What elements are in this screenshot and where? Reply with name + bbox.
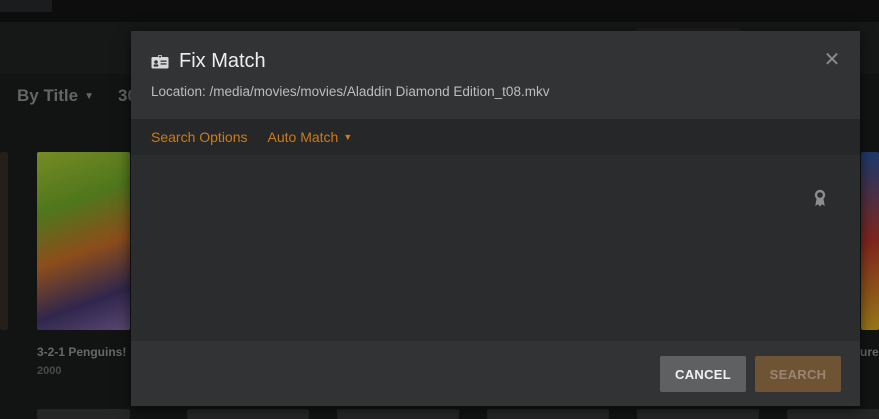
dialog-header: Fix Match Location: /media/movies/movies… — [131, 31, 860, 119]
dialog-title: Fix Match — [151, 50, 266, 73]
match-results-area — [131, 155, 860, 341]
dialog-footer: CANCEL SEARCH — [131, 341, 860, 406]
search-button[interactable]: SEARCH — [755, 356, 841, 392]
dialog-tabbar: Search Options Auto Match ▼ — [131, 119, 860, 155]
auto-match-label: Auto Match — [267, 129, 339, 145]
search-options-label: Search Options — [151, 129, 248, 145]
cancel-button[interactable]: CANCEL — [660, 356, 746, 392]
award-ribbon-icon — [814, 189, 826, 207]
caret-down-icon: ▼ — [343, 132, 353, 142]
file-location: Location: /media/movies/movies/Aladdin D… — [151, 84, 550, 99]
search-options-link[interactable]: Search Options — [151, 129, 248, 145]
auto-match-dropdown[interactable]: Auto Match ▼ — [268, 129, 353, 145]
close-icon[interactable]: ✕ — [823, 50, 841, 70]
id-card-icon — [151, 54, 169, 68]
dialog-title-text: Fix Match — [179, 50, 266, 72]
fix-match-dialog: Fix Match Location: /media/movies/movies… — [131, 31, 860, 406]
